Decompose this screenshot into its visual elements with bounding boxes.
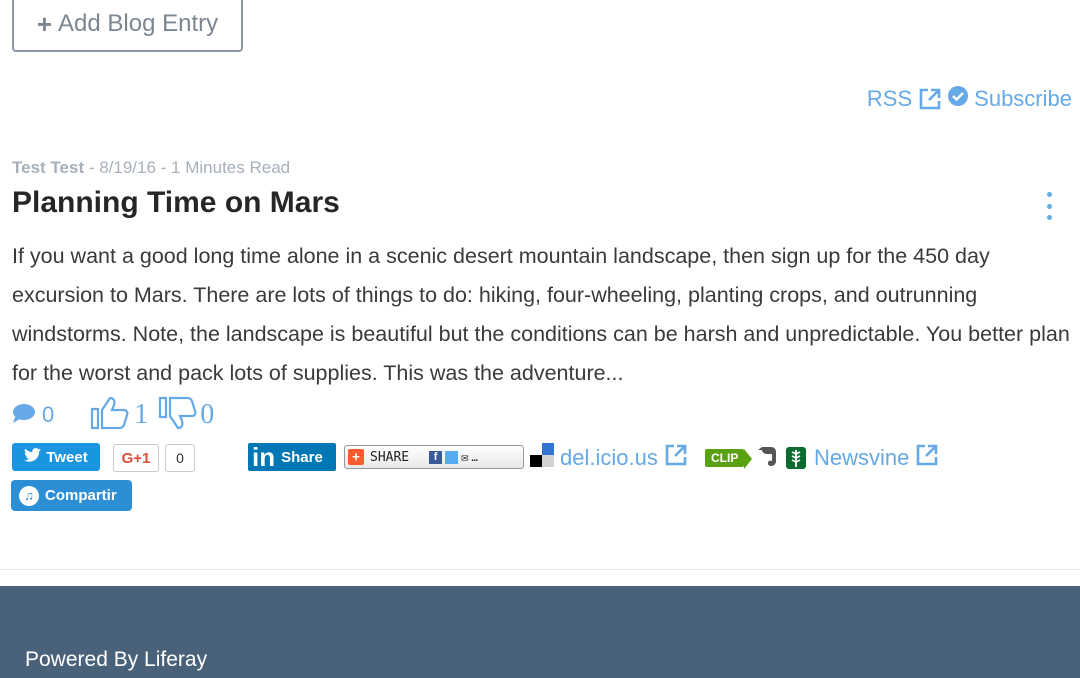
twitter-bird-icon	[24, 448, 42, 466]
thumbs-up-icon[interactable]	[90, 395, 130, 436]
add-blog-entry-label: Add Blog Entry	[58, 10, 219, 37]
powered-by-text[interactable]: Powered By Liferay	[25, 648, 207, 672]
facebook-icon: f	[429, 450, 443, 464]
evernote-icon	[758, 445, 778, 472]
share-services-icons: f ✉ …	[429, 450, 478, 464]
more-icon: …	[471, 450, 478, 464]
delicious-icon	[530, 443, 554, 473]
feeds-bar: RSS Subscribe	[867, 86, 1072, 112]
tweet-label: Tweet	[46, 448, 88, 466]
email-icon: ✉	[461, 450, 469, 464]
entry-date-readtime: - 8/19/16 - 1 Minutes Read	[84, 158, 291, 177]
linkedin-share-label: Share	[281, 448, 323, 466]
subscribe-label: Subscribe	[974, 86, 1072, 111]
addthis-label: SHARE	[370, 449, 410, 465]
entry-summary: If you want a good long time alone in a …	[12, 244, 1070, 385]
rss-link[interactable]: RSS	[867, 86, 942, 112]
comment-count: 0	[42, 402, 55, 427]
google-plus-button[interactable]: G+1	[113, 444, 159, 472]
newsvine-link[interactable]: Newsvine	[814, 443, 939, 473]
newsvine-icon[interactable]	[786, 443, 806, 473]
delicious-label: del.icio.us	[560, 445, 658, 470]
entry-author[interactable]: Test Test	[12, 158, 84, 177]
delicious-link[interactable]: del.icio.us	[530, 443, 688, 473]
like-count: 1	[134, 399, 149, 430]
rss-label: RSS	[866, 86, 913, 111]
share-icon: ♫	[19, 485, 39, 506]
thumbs-down-icon[interactable]	[158, 395, 198, 436]
add-blog-entry-button[interactable]: + Add Blog Entry	[12, 0, 243, 52]
linkedin-share-button[interactable]: in Share	[248, 441, 336, 472]
linkedin-icon: in	[252, 441, 276, 472]
entry-title[interactable]: Planning Time on Mars	[12, 186, 340, 220]
footer: Powered By Liferay	[0, 586, 1080, 678]
compartir-label: Compartir	[45, 487, 117, 504]
ratings-row: 0 1 0	[12, 395, 214, 435]
subscribe-link[interactable]: Subscribe	[948, 86, 1072, 112]
evernote-clip-button[interactable]: CLIP	[705, 443, 778, 473]
external-link-icon	[664, 443, 688, 473]
entry-meta: Test Test - 8/19/16 - 1 Minutes Read	[12, 158, 290, 178]
twitter-icon	[445, 450, 459, 464]
google-plus-widget: G+1 0	[113, 443, 195, 473]
plus-icon: +	[36, 9, 53, 39]
check-circle-icon	[948, 86, 969, 112]
external-link-icon	[918, 87, 942, 111]
newsvine-label: Newsvine	[814, 445, 910, 470]
entry-options-kebab-icon[interactable]	[1040, 192, 1058, 220]
compartir-button[interactable]: ♫ Compartir	[11, 480, 132, 511]
google-plus-count: 0	[165, 444, 195, 472]
external-link-icon	[915, 443, 939, 473]
footer-divider	[0, 569, 1080, 570]
clip-badge: CLIP	[705, 449, 753, 469]
tweet-button[interactable]: Tweet	[12, 443, 100, 471]
addthis-plus-icon: +	[348, 449, 364, 465]
addthis-share-button[interactable]: + SHARE f ✉ …	[344, 445, 524, 469]
comment-icon[interactable]	[12, 402, 36, 429]
dislike-count: 0	[200, 399, 215, 430]
